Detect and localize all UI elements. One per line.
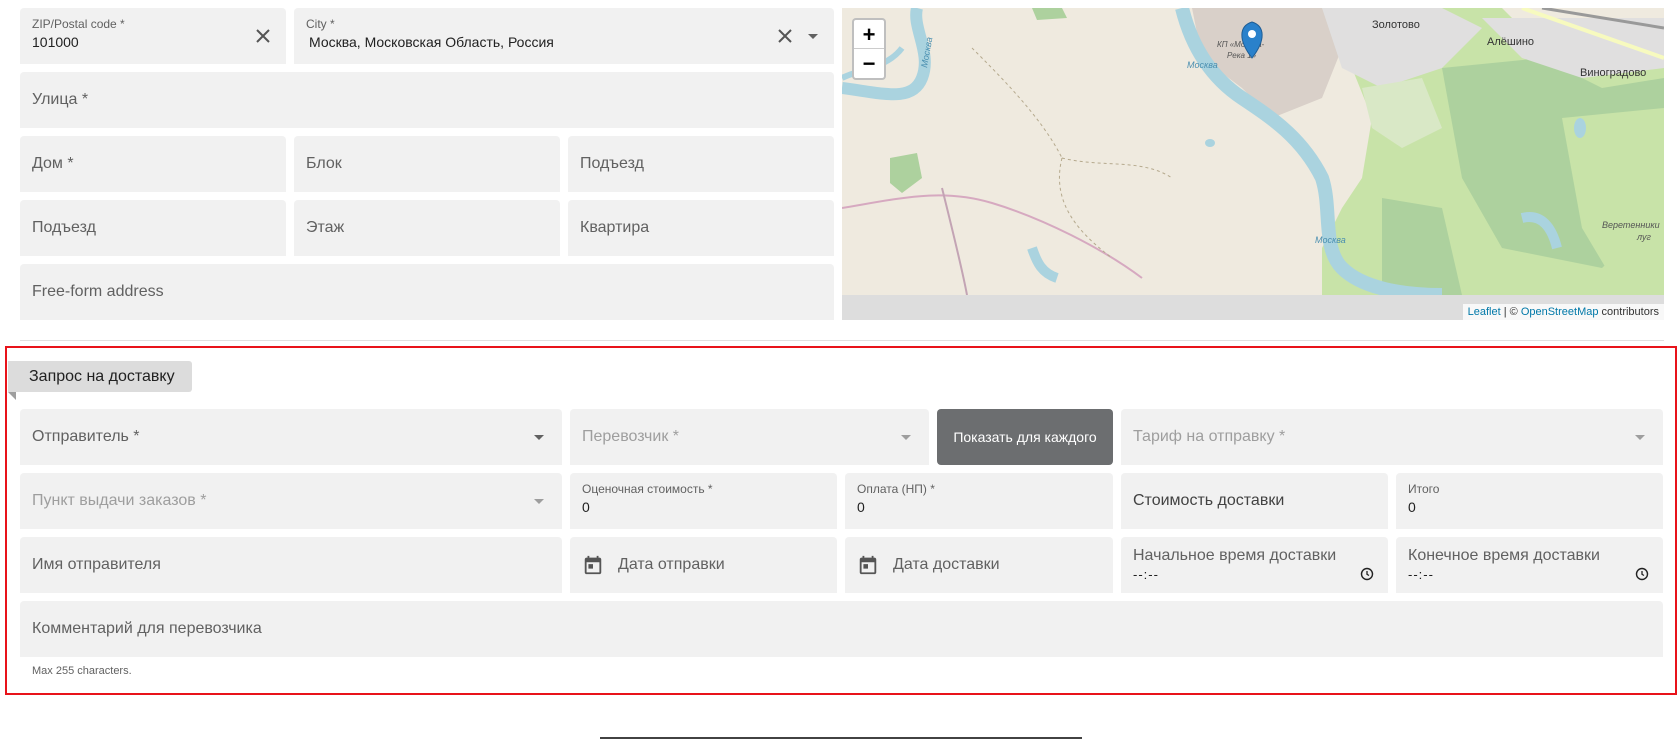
map-label-vinogradovo: Виноградово (1580, 67, 1646, 79)
zoom-in-button[interactable]: + (854, 20, 884, 49)
delivery-cost-field[interactable]: Стоимость доставки (1121, 473, 1388, 529)
entrance-top-placeholder: Подъезд (580, 155, 644, 172)
city-label: City * (306, 17, 335, 31)
end-time-field[interactable]: Конечное время доставки --:-- (1396, 537, 1663, 593)
comment-hint: Max 255 characters. (32, 665, 132, 677)
tab-corner (8, 392, 16, 400)
pickup-point-select[interactable]: Пункт выдачи заказов * (20, 473, 562, 529)
total-field[interactable]: Итого 0 (1396, 473, 1663, 529)
pickup-point-placeholder: Пункт выдачи заказов * (32, 492, 207, 509)
block-field[interactable]: Блок (294, 136, 560, 192)
entrance-placeholder: Подъезд (32, 219, 96, 236)
sender-name-field[interactable]: Имя отправителя (20, 537, 562, 593)
city-field[interactable]: City * Москва, Московская Область, Росси… (294, 8, 834, 64)
end-time-value: --:-- (1408, 567, 1434, 582)
total-value: 0 (1408, 499, 1416, 515)
delivery-request-title: Запрос на доставку (29, 368, 175, 385)
payment-label: Оплата (НП) * (857, 482, 935, 496)
zip-label: ZIP/Postal code * (32, 17, 125, 31)
house-placeholder: Дом * (32, 155, 74, 172)
delivery-cost-placeholder: Стоимость доставки (1133, 492, 1285, 509)
entrance-field[interactable]: Подъезд (20, 200, 286, 256)
apartment-field[interactable]: Квартира (568, 200, 834, 256)
comment-field[interactable]: Комментарий для перевозчика (20, 601, 1663, 657)
leaflet-link[interactable]: Leaflet (1468, 306, 1501, 318)
section-divider (20, 340, 1664, 341)
clear-icon[interactable] (776, 27, 794, 45)
street-field[interactable]: Улица * (20, 72, 834, 128)
total-label: Итого (1408, 482, 1440, 496)
freeform-address-field[interactable]: Free-form address (20, 264, 834, 320)
chevron-down-icon (1635, 435, 1645, 440)
sender-name-placeholder: Имя отправителя (32, 556, 161, 573)
zip-field[interactable]: ZIP/Postal code * 101000 (20, 8, 286, 64)
map-label-moskva-1: Москва (1187, 60, 1218, 70)
attribution-contributors: contributors (1598, 306, 1659, 318)
clear-icon[interactable] (254, 27, 272, 45)
clock-icon[interactable] (1360, 567, 1374, 581)
map-zoom-control: + − (852, 18, 886, 80)
tariff-select[interactable]: Тариф на отправку * (1121, 409, 1663, 465)
map-label-veretenniki: Веретенники (1602, 220, 1660, 230)
delivery-date-placeholder: Дата доставки (893, 556, 1000, 573)
map-label-moskva-2: Москва (1315, 235, 1346, 245)
clock-icon[interactable] (1635, 567, 1649, 581)
map[interactable]: Золотово Алёшино Виноградово Москва Моск… (842, 8, 1664, 320)
floor-placeholder: Этаж (306, 219, 345, 236)
osm-link[interactable]: OpenStreetMap (1521, 306, 1599, 318)
chevron-down-icon (901, 435, 911, 440)
block-placeholder: Блок (306, 155, 342, 172)
floor-field[interactable]: Этаж (294, 200, 560, 256)
ship-date-field[interactable]: Дата отправки (570, 537, 837, 593)
estimated-cost-value: 0 (582, 499, 590, 515)
start-time-field[interactable]: Начальное время доставки --:-- (1121, 537, 1388, 593)
chevron-down-icon (534, 435, 544, 440)
map-tiles: Золотово Алёшино Виноградово Москва Моск… (842, 8, 1664, 295)
attribution-separator: | © (1500, 306, 1521, 318)
estimated-cost-label: Оценочная стоимость * (582, 482, 713, 496)
calendar-icon[interactable] (582, 554, 604, 576)
end-time-label: Конечное время доставки (1408, 547, 1600, 564)
delivery-date-field[interactable]: Дата доставки (845, 537, 1113, 593)
house-field[interactable]: Дом * (20, 136, 286, 192)
apartment-placeholder: Квартира (580, 219, 650, 236)
calendar-icon[interactable] (857, 554, 879, 576)
map-label-lug: луг (1636, 232, 1651, 242)
sender-select[interactable]: Отправитель * (20, 409, 562, 465)
payment-value: 0 (857, 499, 865, 515)
start-time-label: Начальное время доставки (1133, 547, 1337, 564)
sender-placeholder: Отправитель * (32, 428, 140, 445)
zip-value: 101000 (32, 34, 79, 50)
freeform-address-placeholder: Free-form address (32, 283, 164, 300)
ship-date-placeholder: Дата отправки (618, 556, 725, 573)
street-placeholder: Улица * (32, 91, 89, 108)
carrier-placeholder: Перевозчик * (582, 428, 679, 445)
carrier-select[interactable]: Перевозчик * (570, 409, 929, 465)
map-attribution: Leaflet | © OpenStreetMap contributors (1462, 304, 1664, 320)
delivery-request-tab: Запрос на доставку (8, 361, 192, 392)
chevron-down-icon (534, 499, 544, 504)
map-label-zolotovo: Золотово (1372, 19, 1420, 31)
city-value: Москва, Московская Область, Россия (309, 34, 554, 50)
show-for-each-button[interactable]: Показать для каждого (937, 409, 1113, 465)
zoom-out-button[interactable]: − (854, 49, 884, 78)
payment-field[interactable]: Оплата (НП) * 0 (845, 473, 1113, 529)
chevron-down-icon[interactable] (808, 34, 818, 39)
start-time-value: --:-- (1133, 567, 1159, 582)
map-label-aleshino: Алёшино (1487, 36, 1534, 48)
entrance-top-field[interactable]: Подъезд (568, 136, 834, 192)
tariff-placeholder: Тариф на отправку * (1133, 428, 1286, 445)
comment-placeholder: Комментарий для перевозчика (32, 620, 262, 637)
estimated-cost-field[interactable]: Оценочная стоимость * 0 (570, 473, 837, 529)
